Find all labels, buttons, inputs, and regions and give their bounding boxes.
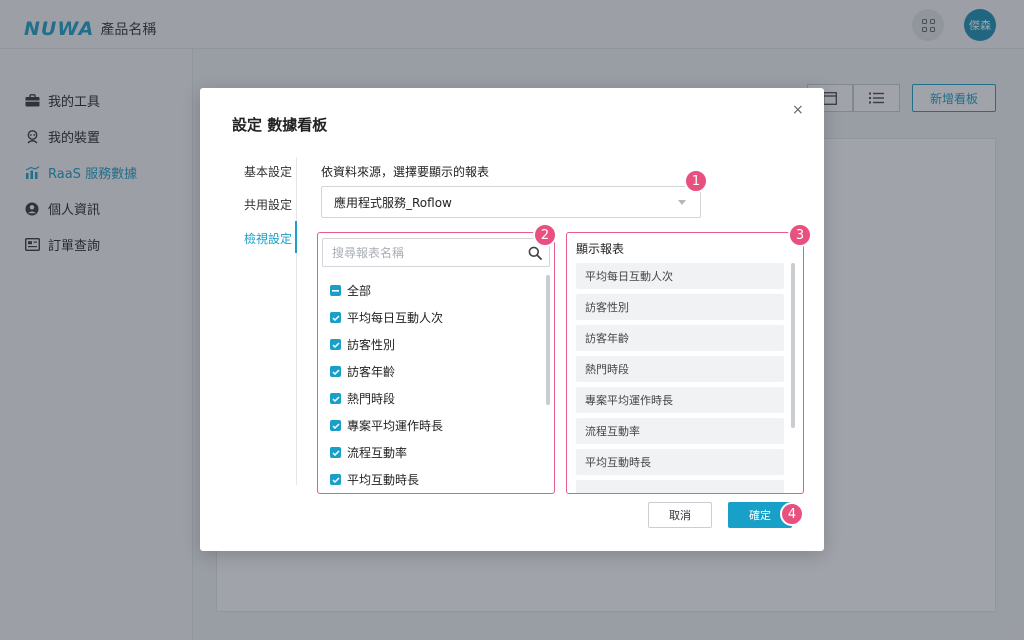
step-badge-4: 4	[780, 502, 804, 526]
checked-checkbox-icon[interactable]	[330, 339, 341, 350]
checked-checkbox-icon[interactable]	[330, 366, 341, 377]
checklist-item[interactable]: 訪客年齡	[330, 363, 395, 380]
checklist-item[interactable]: 熱門時段	[330, 390, 395, 407]
checked-checkbox-icon[interactable]	[330, 312, 341, 323]
checklist-item[interactable]: 流程互動率	[330, 444, 407, 461]
display-report-item[interactable]: 訪客性別	[576, 294, 784, 320]
close-icon[interactable]: ×	[792, 102, 804, 118]
caret-down-icon	[678, 200, 686, 205]
step-badge-3: 3	[788, 223, 812, 247]
search-box	[322, 238, 550, 267]
checklist-label: 專案平均運作時長	[347, 419, 444, 433]
display-report-item[interactable]	[576, 480, 784, 493]
dashboard-settings-modal: 設定 數據看板 × 基本設定 共用設定 檢視設定 依資料來源，選擇要顯示的報表 …	[200, 88, 824, 551]
display-reports-title: 顯示報表	[576, 242, 625, 256]
source-select[interactable]: 應用程式服務_Roflow	[321, 186, 701, 218]
checklist-label: 平均每日互動人次	[347, 311, 444, 325]
tab-basic-settings[interactable]: 基本設定	[244, 163, 292, 180]
display-report-item[interactable]: 訪客年齡	[576, 325, 784, 351]
display-report-item[interactable]: 流程互動率	[576, 418, 784, 444]
step-badge-1: 1	[684, 169, 708, 193]
source-label: 依資料來源，選擇要顯示的報表	[321, 165, 490, 179]
modal-title: 設定 數據看板	[232, 116, 328, 134]
display-report-item[interactable]: 專案平均運作時長	[576, 387, 784, 413]
checklist-label: 熱門時段	[347, 392, 396, 406]
search-icon[interactable]	[528, 246, 542, 260]
checklist-label: 訪客性別	[347, 338, 396, 352]
tab-view-settings[interactable]: 檢視設定	[244, 230, 292, 247]
checklist-label: 訪客年齡	[347, 365, 396, 379]
display-report-item[interactable]: 平均每日互動人次	[576, 263, 784, 289]
search-input[interactable]	[323, 239, 518, 266]
active-tab-indicator	[295, 221, 297, 253]
checked-checkbox-icon[interactable]	[330, 393, 341, 404]
checklist-item[interactable]: 訪客性別	[330, 336, 395, 353]
checklist-label: 全部	[347, 284, 372, 298]
display-reports-panel: 顯示報表 平均每日互動人次 訪客性別 訪客年齡 熱門時段 專案平均運作時長 流程…	[566, 232, 804, 494]
checklist-item[interactable]: 平均每日互動人次	[330, 309, 443, 326]
checked-checkbox-icon[interactable]	[330, 474, 341, 485]
checklist-item-all[interactable]: 全部	[330, 282, 371, 299]
report-checklist-panel: 全部 平均每日互動人次 訪客性別 訪客年齡 熱門時段 專案平均運作時長 流程互動…	[317, 232, 555, 494]
display-report-item[interactable]: 平均互動時長	[576, 449, 784, 475]
step-badge-2: 2	[533, 223, 557, 247]
indeterminate-checkbox-icon[interactable]	[330, 285, 341, 296]
checklist-label: 流程互動率	[347, 446, 408, 460]
checklist-scrollbar[interactable]	[546, 275, 550, 405]
checklist-item[interactable]: 平均互動時長	[330, 471, 419, 488]
checklist-item[interactable]: 專案平均運作時長	[330, 417, 443, 434]
tab-divider	[296, 157, 297, 485]
tab-shared-settings[interactable]: 共用設定	[244, 196, 292, 213]
cancel-button[interactable]: 取消	[648, 502, 712, 528]
checked-checkbox-icon[interactable]	[330, 447, 341, 458]
display-scrollbar[interactable]	[791, 263, 795, 428]
checked-checkbox-icon[interactable]	[330, 420, 341, 431]
source-select-value: 應用程式服務_Roflow	[334, 195, 452, 210]
checklist-label: 平均互動時長	[347, 473, 420, 487]
display-report-item[interactable]: 熱門時段	[576, 356, 784, 382]
